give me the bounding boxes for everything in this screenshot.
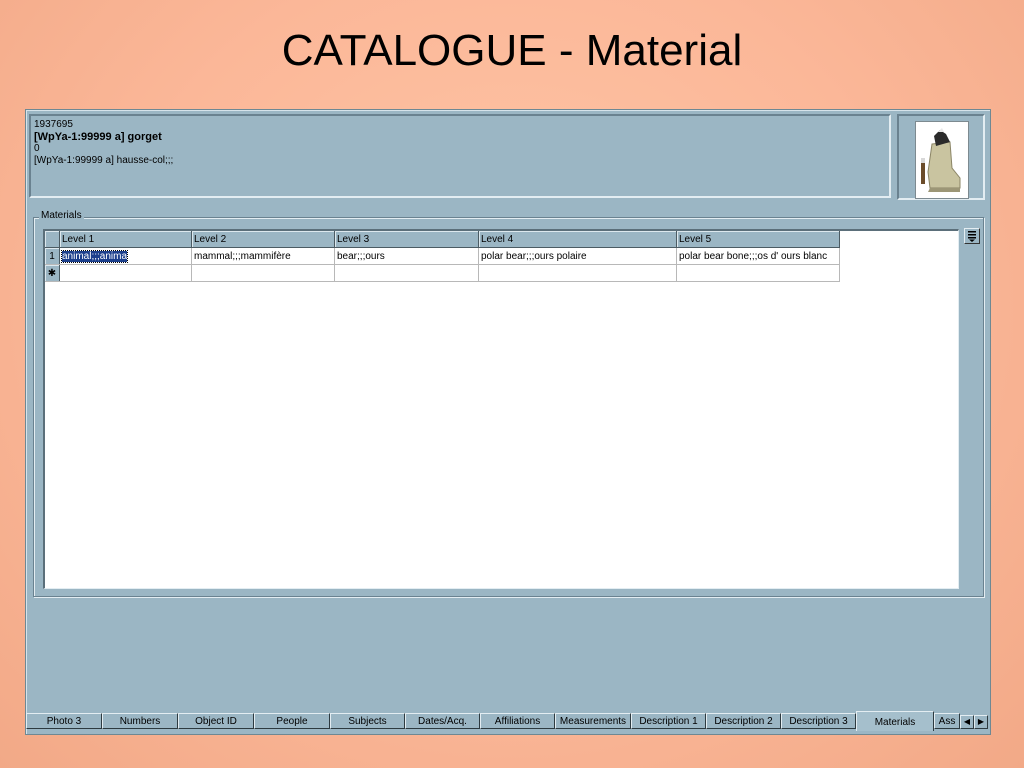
table-cell[interactable]: mammal;;;mammifère: [191, 247, 335, 265]
new-row-marker[interactable]: ✱: [45, 264, 60, 282]
tab-description-3[interactable]: Description 3: [781, 713, 856, 729]
list-icon: [965, 230, 979, 247]
table-cell[interactable]: [478, 264, 677, 282]
tab-affiliations[interactable]: Affiliations: [480, 713, 555, 729]
tab-materials[interactable]: Materials: [856, 711, 934, 731]
tab-description-1[interactable]: Description 1: [631, 713, 706, 729]
table-cell[interactable]: bear;;;ours: [334, 247, 479, 265]
list-button[interactable]: [964, 228, 980, 244]
record-id: 1937695: [34, 119, 73, 130]
slide-title: CATALOGUE - Material: [281, 26, 743, 75]
tab-bar: Photo 3 Numbers Object ID People Subject…: [26, 710, 990, 732]
column-header-level-2[interactable]: Level 2: [191, 231, 335, 248]
tab-dates-acq[interactable]: Dates/Acq.: [405, 713, 480, 729]
tab-scroll-left-button[interactable]: ◀: [960, 715, 974, 729]
record-count: 0: [34, 143, 40, 154]
tab-scroll-right-button[interactable]: ▶: [974, 715, 988, 729]
table-cell[interactable]: [59, 264, 192, 282]
table-cell[interactable]: [676, 264, 840, 282]
tab-subjects[interactable]: Subjects: [330, 713, 405, 729]
arrow-left-icon: ◀: [963, 717, 971, 726]
column-header-level-1[interactable]: Level 1: [59, 231, 192, 248]
object-thumbnail[interactable]: [897, 114, 985, 200]
table-cell[interactable]: [334, 264, 479, 282]
grid-header-row: Level 1 Level 2 Level 3 Level 4 Level 5: [45, 231, 840, 248]
column-header-level-4[interactable]: Level 4: [478, 231, 677, 248]
table-cell[interactable]: [191, 264, 335, 282]
column-header-level-3[interactable]: Level 3: [334, 231, 479, 248]
tab-photo-3[interactable]: Photo 3: [26, 713, 102, 729]
tab-object-id[interactable]: Object ID: [178, 713, 254, 729]
table-cell[interactable]: polar bear bone;;;os d' ours blanc: [676, 247, 840, 265]
new-record-row[interactable]: ✱: [45, 264, 840, 282]
materials-grid[interactable]: Level 1 Level 2 Level 3 Level 4 Level 5 …: [43, 229, 959, 589]
tab-numbers[interactable]: Numbers: [102, 713, 178, 729]
tab-description-2[interactable]: Description 2: [706, 713, 781, 729]
tab-ass[interactable]: Ass: [934, 713, 960, 729]
table-cell[interactable]: animal;;;anima: [59, 247, 192, 265]
row-marker[interactable]: 1: [45, 247, 60, 265]
catalogue-window: 1937695 [WpYa-1:99999 a] gorget 0 [WpYa-…: [25, 109, 991, 735]
object-photo: [915, 121, 969, 199]
materials-group-label: Materials: [39, 210, 84, 221]
table-row[interactable]: 1 animal;;;anima mammal;;;mammifère bear…: [45, 247, 840, 265]
arrow-right-icon: ▶: [977, 717, 985, 726]
record-name: [WpYa-1:99999 a] gorget: [34, 131, 162, 143]
materials-group: Materials Level 1 Level 2 Level 3 Level …: [33, 210, 984, 597]
selected-cell-text[interactable]: animal;;;anima: [60, 249, 129, 263]
record-header: 1937695 [WpYa-1:99999 a] gorget 0 [WpYa-…: [29, 114, 891, 198]
grid-corner: [45, 231, 60, 248]
table-cell[interactable]: polar bear;;;ours polaire: [478, 247, 677, 265]
tab-measurements[interactable]: Measurements: [555, 713, 631, 729]
tab-people[interactable]: People: [254, 713, 330, 729]
record-alt-name: [WpYa-1:99999 a] hausse-col;;;: [34, 155, 174, 166]
column-header-level-5[interactable]: Level 5: [676, 231, 840, 248]
